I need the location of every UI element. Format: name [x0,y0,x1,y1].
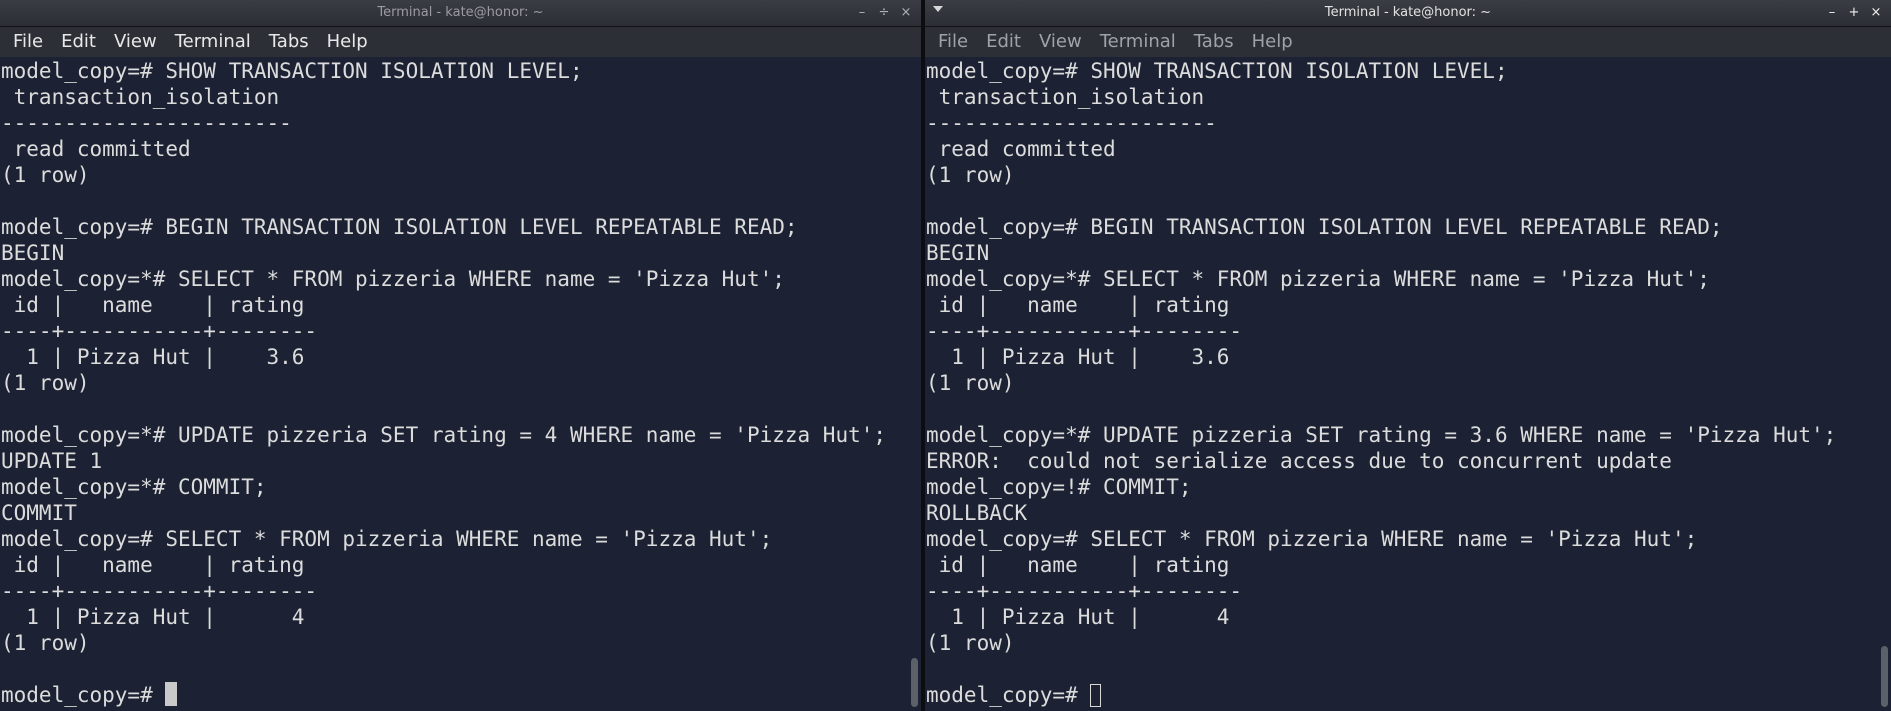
terminal-line: model_copy=# SHOW TRANSACTION ISOLATION … [926,59,1508,83]
terminal-window-right[interactable]: Terminal - kate@honor: ~ – + × File Edit… [925,0,1891,711]
prompt-line[interactable]: model_copy=# [926,682,1877,708]
terminal-line: model_copy=*# SELECT * FROM pizzeria WHE… [926,267,1710,291]
menu-help[interactable]: Help [1243,27,1302,57]
titlebar-right[interactable]: Terminal - kate@honor: ~ – + × [925,0,1891,27]
menubar-left: File Edit View Terminal Tabs Help [0,27,921,57]
menu-terminal[interactable]: Terminal [1091,27,1185,57]
scrollbar-left[interactable] [907,58,921,711]
terminal-line: 1 | Pizza Hut | 4 [1,605,305,629]
terminal-line: model_copy=# BEGIN TRANSACTION ISOLATION… [926,215,1723,239]
close-button[interactable]: × [1867,4,1885,22]
terminal-line: model_copy=*# UPDATE pizzeria SET rating… [926,423,1837,447]
terminal-line: ----------------------- [926,111,1217,135]
window-title: Terminal - kate@honor: ~ [1324,5,1492,20]
scrollbar-thumb[interactable] [1881,646,1888,707]
terminal-line: (1 row) [926,163,1015,187]
terminal-line: (1 row) [926,631,1015,655]
terminal-line: (1 row) [1,631,90,655]
prompt-line[interactable]: model_copy=# [1,682,907,708]
terminal-line: ERROR: could not serialize access due to… [926,449,1672,473]
terminal-line: model_copy=*# SELECT * FROM pizzeria WHE… [1,267,785,291]
terminal-line: model_copy=# SELECT * FROM pizzeria WHER… [926,527,1698,551]
terminal-line: transaction_isolation [926,85,1205,109]
terminal-line: model_copy=*# UPDATE pizzeria SET rating… [1,423,887,447]
terminal-line: read committed [926,137,1116,161]
menu-file[interactable]: File [4,27,52,57]
terminal-line: COMMIT [1,501,77,525]
terminal-line: id | name | rating [1,553,305,577]
menubar-right: File Edit View Terminal Tabs Help [925,27,1891,57]
scrollbar-right[interactable] [1877,58,1891,711]
terminal-line: model_copy=*# COMMIT; [1,475,267,499]
terminal-line: BEGIN [926,241,990,265]
terminal-line: ----------------------- [1,111,292,135]
titlebar-left[interactable]: Terminal - kate@honor: ~ – ÷ × [0,0,921,27]
menu-tabs[interactable]: Tabs [1185,27,1243,57]
terminal-line: UPDATE 1 [1,449,103,473]
terminal-line: id | name | rating [926,293,1230,317]
close-button[interactable]: × [897,4,915,22]
menu-view[interactable]: View [105,27,166,57]
maximize-button[interactable]: + [1845,4,1863,22]
cursor [1090,684,1102,707]
terminal-line: model_copy=# BEGIN TRANSACTION ISOLATION… [1,215,798,239]
menu-tabs[interactable]: Tabs [260,27,318,57]
terminal-line: model_copy=# SHOW TRANSACTION ISOLATION … [1,59,583,83]
terminal-line: 1 | Pizza Hut | 3.6 [926,345,1230,369]
terminal-line: (1 row) [926,371,1015,395]
menu-help[interactable]: Help [318,27,377,57]
terminal-line: 1 | Pizza Hut | 4 [926,605,1230,629]
terminal-line: model_copy=# SELECT * FROM pizzeria WHER… [1,527,773,551]
terminal-line: read committed [1,137,191,161]
terminal-line: BEGIN [1,241,65,265]
terminal-line: transaction_isolation [1,85,280,109]
menu-edit[interactable]: Edit [977,27,1030,57]
terminal-line: ROLLBACK [926,501,1028,525]
terminal-line: 1 | Pizza Hut | 3.6 [1,345,305,369]
terminal-line: (1 row) [1,163,90,187]
terminal-line: ----+-----------+-------- [1,579,318,603]
maximize-button[interactable]: ÷ [875,4,893,22]
scrollbar-thumb[interactable] [911,658,918,707]
terminal-line: ----+-----------+-------- [1,319,318,343]
terminal-window-left[interactable]: Terminal - kate@honor: ~ – ÷ × File Edit… [0,0,921,711]
menu-edit[interactable]: Edit [52,27,105,57]
menu-file[interactable]: File [929,27,977,57]
terminal-line: ----+-----------+-------- [926,579,1243,603]
window-title: Terminal - kate@honor: ~ [377,5,544,20]
menu-view[interactable]: View [1030,27,1091,57]
terminal-line: id | name | rating [926,553,1230,577]
minimize-button[interactable]: – [1823,4,1841,22]
terminal-output-left[interactable]: model_copy=# SHOW TRANSACTION ISOLATION … [0,58,907,711]
prompt: model_copy=# [1,683,166,707]
minimize-button[interactable]: – [853,4,871,22]
terminal-line: id | name | rating [1,293,305,317]
cursor [165,682,178,706]
terminal-line: ----+-----------+-------- [926,319,1243,343]
terminal-line: model_copy=!# COMMIT; [926,475,1192,499]
terminal-line: (1 row) [1,371,90,395]
terminal-output-right[interactable]: model_copy=# SHOW TRANSACTION ISOLATION … [925,58,1877,711]
prompt: model_copy=# [926,683,1091,707]
menu-terminal[interactable]: Terminal [166,27,260,57]
